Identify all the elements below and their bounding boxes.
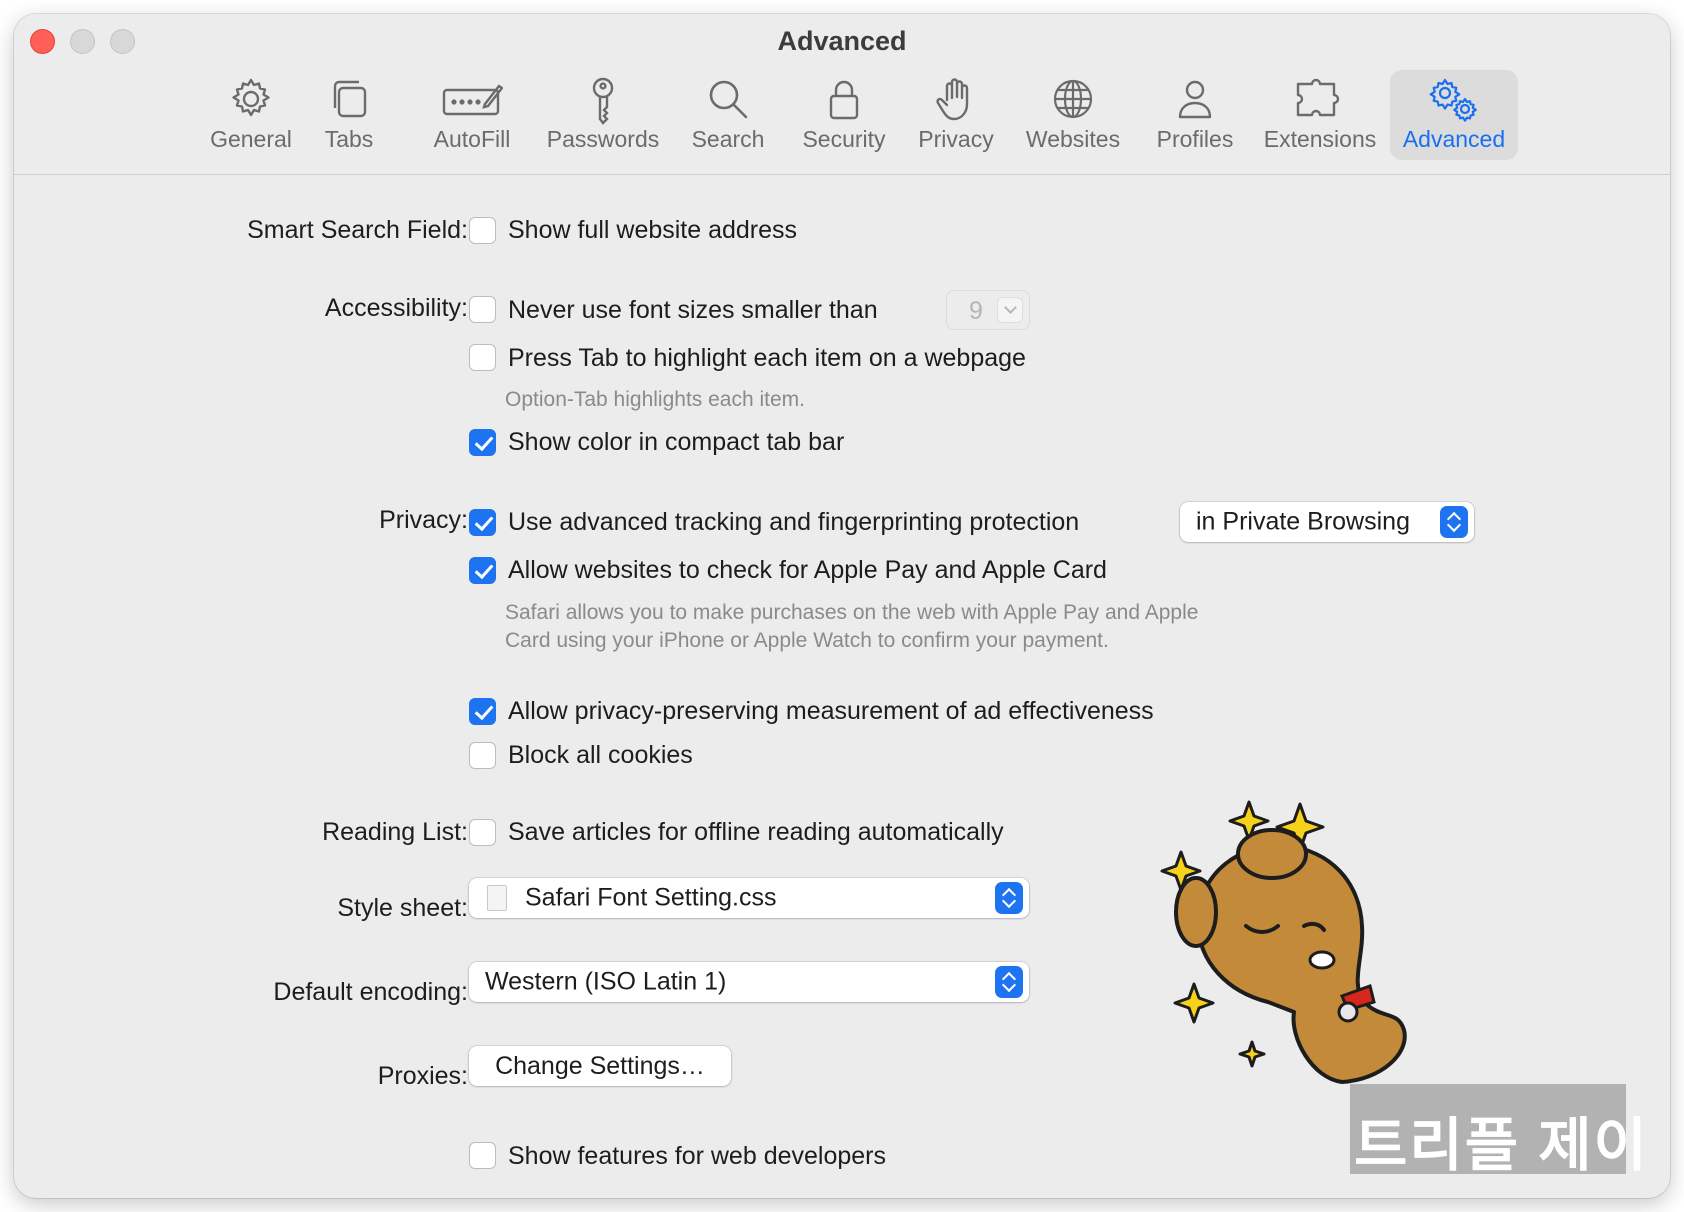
min-font-size-value: 9 [969, 297, 983, 325]
hand-icon [906, 76, 1006, 124]
web-developer-features-checkbox[interactable] [469, 1142, 496, 1169]
press-tab-checkbox[interactable] [469, 344, 496, 371]
proxies-label: Proxies: [377, 1062, 468, 1090]
tab-general[interactable]: General [196, 70, 306, 160]
tabs-icon [308, 76, 390, 124]
puzzle-icon [1252, 76, 1388, 124]
chevron-down-icon [997, 297, 1023, 323]
tab-autofill[interactable]: AutoFill [416, 70, 528, 160]
tab-advanced[interactable]: Advanced [1390, 70, 1518, 160]
globe-icon [1008, 76, 1138, 124]
search-icon [678, 76, 778, 124]
tracking-protection-label: Use advanced tracking and fingerprinting… [508, 508, 1080, 536]
press-tab-hint: Option-Tab highlights each item. [505, 388, 805, 411]
window-title: Advanced [777, 26, 907, 56]
tracking-protection-checkbox[interactable] [469, 509, 496, 536]
preferences-window: Advanced General Tabs AutoFill Passwords [14, 14, 1670, 1198]
show-full-address-checkbox[interactable] [469, 217, 496, 244]
tab-websites[interactable]: Websites [1008, 70, 1138, 160]
apple-pay-hint: Safari allows you to make purchases on t… [505, 601, 1199, 652]
apple-pay-checkbox[interactable] [469, 557, 496, 584]
ad-measurement-label: Allow privacy-preserving measurement of … [508, 697, 1154, 725]
block-cookies-checkbox[interactable] [469, 742, 496, 769]
tab-label: Privacy [918, 126, 994, 152]
tracking-protection-mode-popup[interactable]: in Private Browsing [1180, 502, 1474, 542]
tab-label: General [210, 126, 292, 152]
lock-icon [784, 76, 904, 124]
privacy-label: Privacy: [379, 506, 468, 534]
popup-stepper-icon [1440, 506, 1468, 538]
style-sheet-popup[interactable]: Safari Font Setting.css [469, 878, 1029, 918]
tab-label: Security [802, 126, 886, 152]
preferences-toolbar: General Tabs AutoFill Passwords Search S… [14, 70, 1670, 164]
press-tab-label: Press Tab to highlight each item on a we… [508, 344, 1026, 372]
default-encoding-popup[interactable]: Western (ISO Latin 1) [469, 962, 1029, 1002]
change-proxy-settings-button[interactable]: Change Settings… [469, 1046, 731, 1086]
tab-label: Extensions [1263, 126, 1377, 152]
tab-passwords[interactable]: Passwords [530, 70, 676, 160]
ad-measurement-checkbox[interactable] [469, 698, 496, 725]
watermark-overlay: 트리플 제이 [1350, 1084, 1647, 1178]
tab-privacy[interactable]: Privacy [906, 70, 1006, 160]
tab-label: Tabs [324, 126, 374, 152]
gears-icon [1390, 76, 1518, 124]
tab-label: AutoFill [433, 126, 511, 152]
offline-reading-checkbox[interactable] [469, 819, 496, 846]
default-encoding-label: Default encoding: [273, 978, 468, 1006]
default-encoding-value: Western (ISO Latin 1) [485, 967, 727, 996]
reading-list-label: Reading List: [322, 818, 468, 846]
min-font-label: Never use font sizes smaller than [508, 296, 878, 324]
popup-stepper-icon [995, 966, 1023, 998]
toolbar-divider [14, 174, 1670, 175]
min-font-size-popup[interactable]: 9 [946, 290, 1030, 330]
person-icon [1140, 76, 1250, 124]
tab-tabs[interactable]: Tabs [308, 70, 390, 160]
tracking-protection-mode-value: in Private Browsing [1196, 507, 1410, 536]
tab-search[interactable]: Search [678, 70, 778, 160]
style-sheet-value: Safari Font Setting.css [525, 883, 777, 912]
accessibility-label: Accessibility: [324, 294, 468, 322]
gear-icon [196, 76, 306, 124]
tab-extensions[interactable]: Extensions [1252, 70, 1388, 160]
tab-profiles[interactable]: Profiles [1140, 70, 1250, 160]
tab-label: Profiles [1156, 126, 1234, 152]
block-cookies-label: Block all cookies [508, 741, 693, 769]
tab-security[interactable]: Security [784, 70, 904, 160]
apple-pay-label: Allow websites to check for Apple Pay an… [508, 556, 1107, 584]
key-icon [530, 76, 676, 125]
tab-label: Search [691, 126, 765, 152]
offline-reading-label: Save articles for offline reading automa… [508, 818, 1004, 846]
smart-search-label: Smart Search Field: [247, 216, 468, 244]
document-icon [487, 885, 507, 911]
autofill-icon [416, 76, 528, 124]
watermark-text: 트리플 제이 [1354, 1113, 1649, 1178]
min-font-checkbox[interactable] [469, 296, 496, 323]
tab-label: Websites [1025, 126, 1121, 152]
show-full-address-label: Show full website address [508, 216, 798, 244]
tab-label: Passwords [546, 126, 660, 152]
style-sheet-label: Style sheet: [337, 894, 468, 922]
tab-label: Advanced [1402, 126, 1506, 152]
compact-tab-color-checkbox[interactable] [469, 429, 496, 456]
popup-stepper-icon [995, 882, 1023, 914]
bear-sticker-image [1160, 800, 1407, 1084]
web-developer-features-label: Show features for web developers [508, 1142, 886, 1170]
compact-tab-color-label: Show color in compact tab bar [508, 428, 845, 456]
